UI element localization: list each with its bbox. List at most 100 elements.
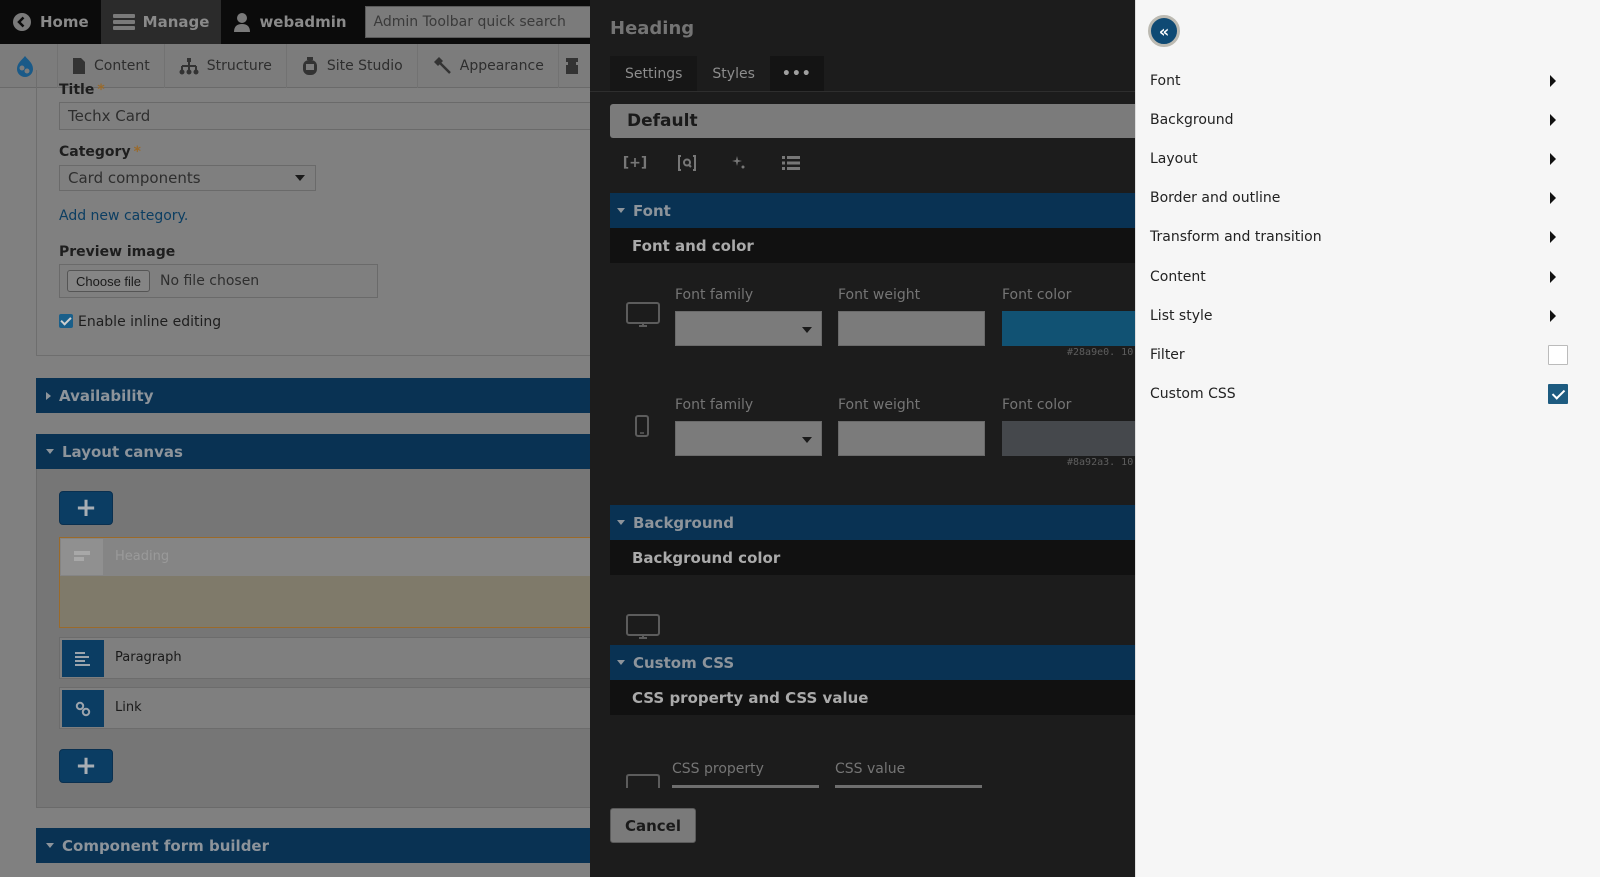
css-property-input[interactable]: [672, 785, 819, 788]
category-select[interactable]: Card components: [59, 165, 316, 191]
css-value-input[interactable]: [835, 785, 982, 788]
preview-image-file-input: Choose file No file chosen: [59, 264, 378, 298]
add-category-link[interactable]: Add new category.: [59, 208, 188, 224]
search-placeholder: Admin Toolbar quick search: [373, 14, 566, 30]
layout-canvas-section-header[interactable]: Layout canvas: [36, 434, 600, 469]
menu-item-label: Background: [1150, 112, 1234, 128]
custom-css-section-header[interactable]: Custom CSS: [610, 645, 1135, 680]
tabs-divider: [590, 91, 1135, 92]
menu-item-font[interactable]: Font: [1150, 66, 1560, 96]
custom-css-checkbox[interactable]: [1548, 384, 1568, 404]
caret-down-icon: [617, 660, 625, 665]
caret-right-icon: [1550, 75, 1556, 87]
component-form-builder-section-header[interactable]: Component form builder: [36, 828, 600, 863]
font-section-header[interactable]: Font: [610, 193, 1135, 228]
tab-more[interactable]: •••: [769, 56, 824, 92]
menu-item-content[interactable]: Content: [1150, 262, 1560, 292]
category-value: Card components: [68, 169, 201, 187]
title-input[interactable]: Techx Card: [59, 102, 600, 130]
menu-item-layout[interactable]: Layout: [1150, 144, 1560, 174]
desktop-icon: [626, 302, 660, 327]
preview-image-label: Preview image: [59, 244, 176, 260]
background-section-title: Background: [633, 513, 734, 532]
title-value: Techx Card: [68, 107, 151, 125]
desktop-icon: [626, 614, 660, 639]
inline-editing-checkbox[interactable]: [59, 314, 73, 328]
paragraph-icon: [62, 640, 104, 677]
add-component-button-top[interactable]: +: [59, 491, 113, 525]
admin-search-input[interactable]: Admin Toolbar quick search: [364, 6, 600, 38]
font-weight-input-mobile[interactable]: [838, 421, 985, 456]
inline-editing-label: Enable inline editing: [78, 314, 222, 330]
menu-item-label: Custom CSS: [1150, 386, 1236, 402]
tab-styles[interactable]: Styles: [697, 56, 770, 92]
add-component-button-bottom[interactable]: +: [59, 749, 113, 783]
menu-item-label: Transform and transition: [1150, 229, 1322, 245]
font-weight-label: Font weight: [838, 287, 921, 303]
component-form-builder-title: Component form builder: [62, 836, 269, 855]
modal-title: Heading: [610, 18, 695, 39]
user-label: webadmin: [259, 13, 347, 31]
caret-down-icon: [46, 843, 54, 848]
font-color-label: Font color: [1002, 397, 1072, 413]
menu-item-filter[interactable]: Filter: [1150, 340, 1568, 370]
link-icon: [62, 690, 104, 727]
sparkle-icon[interactable]: [728, 155, 750, 171]
menu-item-custom-css[interactable]: Custom CSS: [1150, 379, 1568, 409]
menu-item-label: Filter: [1150, 347, 1185, 363]
menu-item-label: Layout: [1150, 151, 1198, 167]
choose-file-button[interactable]: Choose file: [67, 270, 151, 292]
menu-item-list-style[interactable]: List style: [1150, 301, 1560, 331]
collapse-menu-button[interactable]: «: [1148, 15, 1180, 47]
manage-link[interactable]: Manage: [100, 0, 222, 44]
admin-toolbar: Home Manage webadmin Admin Toolbar quick…: [0, 0, 600, 44]
css-property-label: CSS property: [672, 761, 764, 777]
font-weight-label: Font weight: [838, 397, 921, 413]
style-toolbar: [+]: [623, 155, 802, 171]
font-weight-input-desktop[interactable]: [838, 311, 985, 346]
expand-icon[interactable]: [+]: [623, 155, 648, 171]
caret-right-icon: [1550, 192, 1556, 204]
no-file-text: No file chosen: [160, 273, 260, 289]
user-link[interactable]: webadmin: [221, 0, 358, 44]
layout-canvas: + Heading Paragraph Link +: [36, 469, 600, 808]
font-color-swatch-mobile[interactable]: [1002, 421, 1135, 456]
dropdown-arrow-icon: [295, 175, 305, 181]
home-label: Home: [40, 13, 89, 31]
caret-right-icon: [1550, 310, 1556, 322]
font-and-color-subheader: Font and color: [610, 228, 1135, 263]
tab-settings[interactable]: Settings: [610, 56, 698, 92]
canvas-component-heading[interactable]: Heading: [59, 537, 600, 628]
caret-right-icon: [1550, 231, 1556, 243]
menu-item-background[interactable]: Background: [1150, 105, 1560, 135]
availability-section-header[interactable]: Availability: [36, 378, 600, 413]
background-section-header[interactable]: Background: [610, 505, 1135, 540]
hamburger-icon: [112, 14, 135, 30]
custom-css-section-title: Custom CSS: [633, 653, 735, 672]
font-color-swatch-desktop[interactable]: [1002, 311, 1135, 346]
font-family-select-mobile[interactable]: [675, 421, 822, 456]
list-icon[interactable]: [780, 156, 802, 170]
css-value-label: CSS value: [835, 761, 906, 777]
dropdown-arrow-icon: [802, 437, 812, 443]
filter-checkbox[interactable]: [1548, 345, 1568, 365]
font-family-label: Font family: [675, 287, 754, 303]
cancel-button[interactable]: Cancel: [610, 808, 696, 843]
menu-item-label: List style: [1150, 308, 1213, 324]
plus-icon: +: [75, 493, 97, 523]
menu-item-transform-and-transition[interactable]: Transform and transition: [1150, 222, 1560, 252]
font-family-select-desktop[interactable]: [675, 311, 822, 346]
canvas-component-link[interactable]: Link: [59, 687, 600, 729]
title-label: Title *: [59, 82, 105, 98]
caret-right-icon: [1550, 114, 1556, 126]
component-label: Link: [115, 700, 142, 715]
menu-item-border-and-outline[interactable]: Border and outline: [1150, 183, 1560, 213]
manage-label: Manage: [142, 13, 210, 31]
caret-right-icon: [1550, 271, 1556, 283]
menu-item-label: Content: [1150, 269, 1206, 285]
desktop-icon: [626, 774, 660, 788]
zoom-icon[interactable]: [676, 155, 698, 171]
canvas-component-paragraph[interactable]: Paragraph: [59, 637, 600, 679]
home-link[interactable]: Home: [0, 0, 101, 44]
style-selector[interactable]: Default: [610, 104, 1135, 138]
